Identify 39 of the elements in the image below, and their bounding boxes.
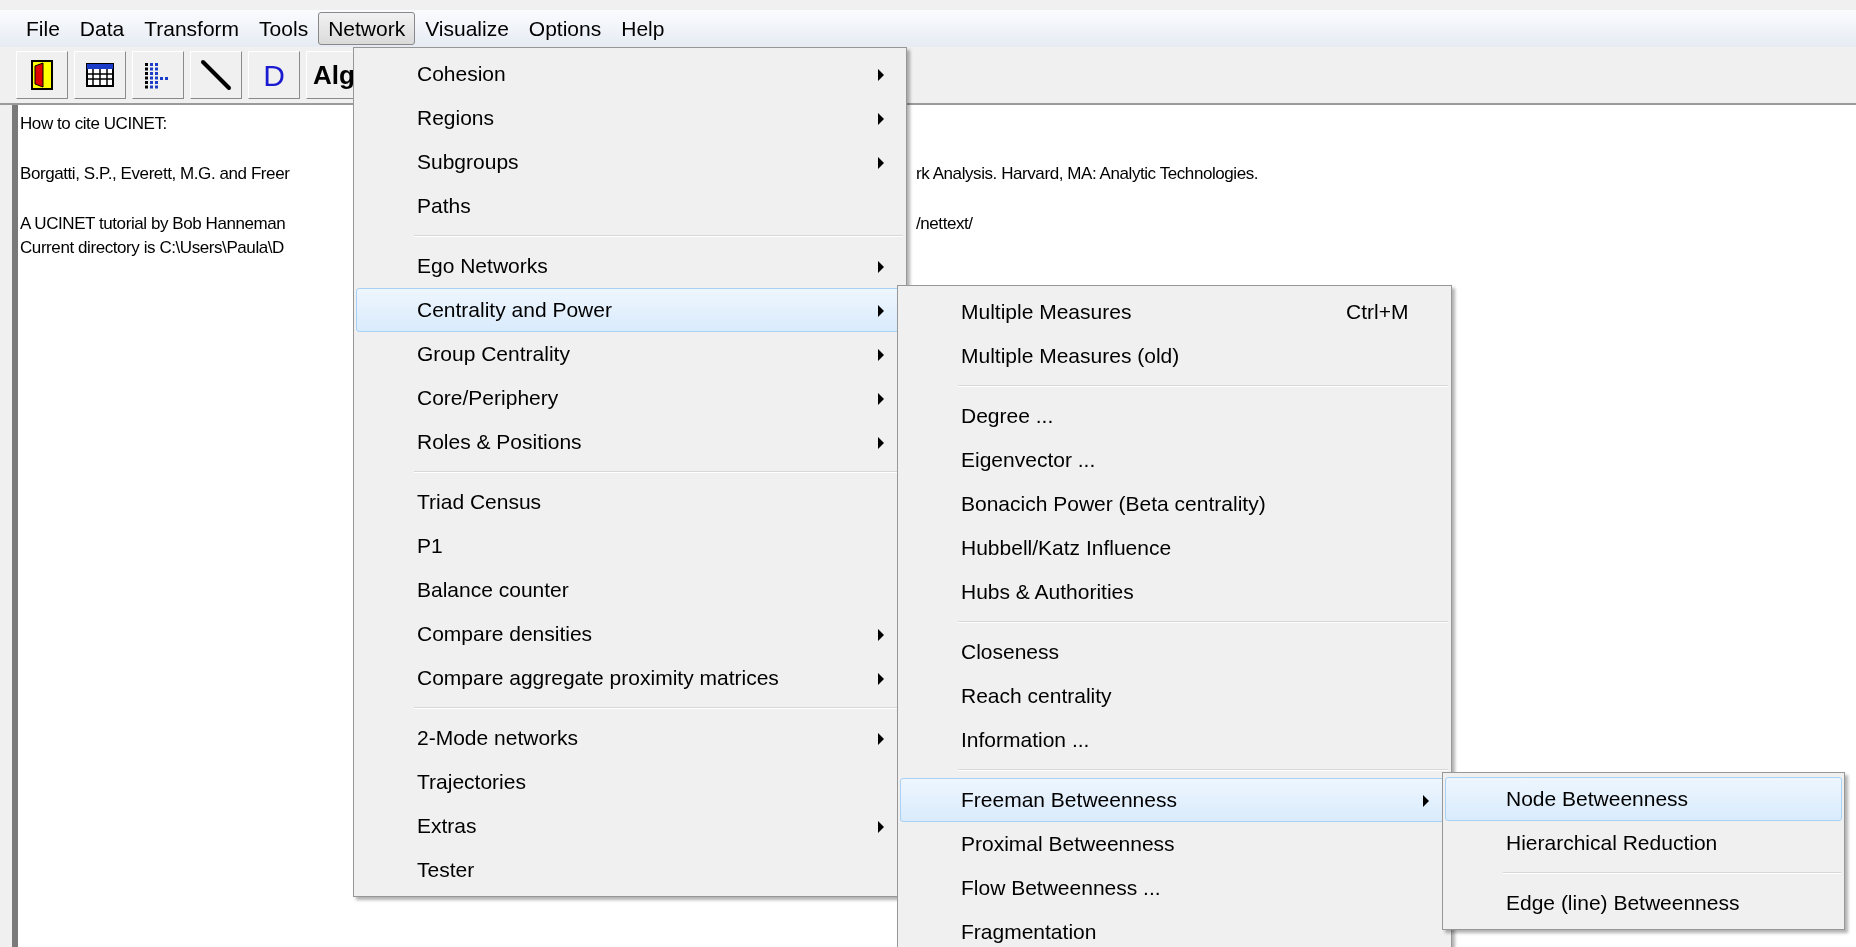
- door-icon: [31, 60, 53, 90]
- menu-item[interactable]: Paths: [356, 184, 904, 228]
- menu-item[interactable]: Ego Networks: [356, 244, 904, 288]
- menu-bar-item[interactable]: File: [16, 12, 70, 45]
- menu-item[interactable]: Hubbell/Katz Influence: [900, 526, 1449, 570]
- menu-item[interactable]: Regions: [356, 96, 904, 140]
- output-text: How to cite UCINET:: [19, 113, 167, 135]
- menu-item[interactable]: Node Betweenness: [1445, 777, 1842, 821]
- grid-icon: [86, 63, 114, 87]
- output-text: rk Analysis. Harvard, MA: Analytic Technologies.: [916, 163, 1259, 185]
- output-text: Current directory is C:\Users\Paula\D: [19, 237, 284, 259]
- output-text: A UCINET tutorial by Bob Hanneman: [19, 213, 286, 235]
- menu-item[interactable]: Subgroups: [356, 140, 904, 184]
- output-text: Borgatti, S.P., Everett, M.G. and Freer: [19, 163, 290, 185]
- matrix-button[interactable]: [132, 51, 184, 99]
- pen-icon: [200, 59, 232, 91]
- menu-item[interactable]: Closeness: [900, 630, 1449, 674]
- output-text: /nettext/: [916, 213, 973, 235]
- menu-bar-item[interactable]: Help: [611, 12, 675, 45]
- menu-bar-item[interactable]: Tools: [249, 12, 319, 45]
- pen-button[interactable]: [190, 51, 242, 99]
- menu-item[interactable]: Information ...: [900, 718, 1449, 762]
- menu-item[interactable]: Edge (line) Betweenness: [1445, 881, 1842, 925]
- menu-item[interactable]: Eigenvector ...: [900, 438, 1449, 482]
- menu-item[interactable]: Hierarchical Reduction: [1445, 821, 1842, 865]
- menu-bar-item[interactable]: Data: [69, 12, 135, 45]
- menu-item[interactable]: Bonacich Power (Beta centrality): [900, 482, 1449, 526]
- menu-item[interactable]: Degree ...: [900, 394, 1449, 438]
- menu-bar-item[interactable]: Options: [518, 12, 612, 45]
- menu-item[interactable]: Multiple Measures (old): [900, 334, 1449, 378]
- menu-item[interactable]: Reach centrality: [900, 674, 1449, 718]
- menu-item[interactable]: Hubs & Authorities: [900, 570, 1449, 614]
- shortcut-text: Ctrl+M: [1346, 299, 1409, 326]
- menu-bar-item[interactable]: Visualize: [415, 12, 519, 45]
- toolbar-button[interactable]: D: [248, 51, 300, 99]
- door-button[interactable]: [16, 51, 68, 99]
- menu-bar-item[interactable]: Network: [318, 12, 416, 45]
- menu-bar-item[interactable]: Transform: [134, 12, 250, 45]
- spreadsheet-button[interactable]: [74, 51, 126, 99]
